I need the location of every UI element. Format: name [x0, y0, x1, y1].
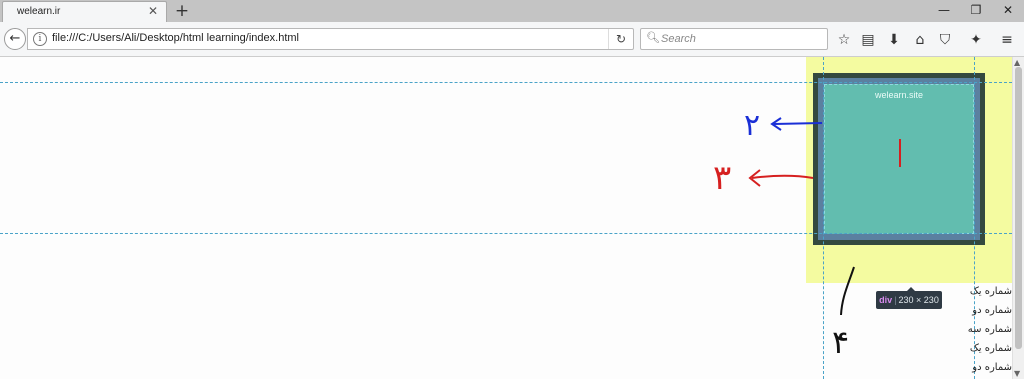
annotation-4: ۴	[832, 323, 849, 361]
search-bar[interactable]: 🔍︎	[640, 28, 828, 50]
annotation-3: ۳	[713, 158, 731, 198]
home-icon[interactable]: ⌂	[910, 30, 930, 50]
scroll-down-icon[interactable]: ▼	[1014, 369, 1020, 378]
page-content: welearn.site div | 230 × 230 شماره یک شمار…	[0, 57, 1012, 379]
back-button[interactable]: ←	[4, 28, 26, 50]
arrow-line-black	[840, 266, 855, 316]
tab-title: welearn.ir	[17, 6, 61, 17]
url-bar[interactable]: i file:///C:/Users/Ali/Desktop/html lear…	[27, 28, 634, 50]
star-icon[interactable]: ☆	[834, 30, 854, 50]
scroll-thumb[interactable]	[1015, 67, 1022, 349]
reading-list-icon[interactable]: ▤	[858, 30, 878, 50]
scroll-up-icon[interactable]: ▲	[1014, 58, 1020, 67]
arrow-left-icon: ←	[9, 31, 21, 46]
minimize-icon[interactable]: —	[928, 0, 960, 22]
menu-icon[interactable]: ≡	[997, 30, 1017, 50]
search-icon: 🔍︎	[646, 31, 660, 44]
vertical-scrollbar[interactable]: ▲ ▼	[1012, 57, 1024, 379]
close-icon[interactable]: ✕	[992, 0, 1024, 22]
annotation-2: ۲	[744, 108, 760, 143]
download-icon[interactable]: ⬇	[884, 30, 904, 50]
reload-icon[interactable]: ↻	[608, 29, 633, 49]
navigation-bar: ← i file:///C:/Users/Ali/Desktop/html le…	[0, 22, 1024, 57]
search-input[interactable]	[661, 31, 821, 47]
plus-icon[interactable]: +	[173, 0, 191, 22]
info-icon[interactable]: i	[33, 32, 47, 46]
pocket-icon[interactable]: ⛉	[935, 30, 955, 50]
restore-icon[interactable]: ❐	[960, 0, 992, 22]
close-icon[interactable]: ✕	[148, 4, 158, 18]
hand-drawn-annotations: ۲ ۳ ۴	[713, 108, 901, 361]
browser-tab[interactable]: welearn.ir ✕	[2, 1, 167, 22]
arrow-line-red	[751, 174, 814, 179]
arrow-line-blue	[773, 122, 823, 125]
tab-strip: welearn.ir ✕ + — ❐ ✕	[0, 0, 1024, 22]
extension-icon[interactable]: ✦	[966, 30, 986, 50]
url-text[interactable]: file:///C:/Users/Ali/Desktop/html learni…	[52, 32, 299, 44]
